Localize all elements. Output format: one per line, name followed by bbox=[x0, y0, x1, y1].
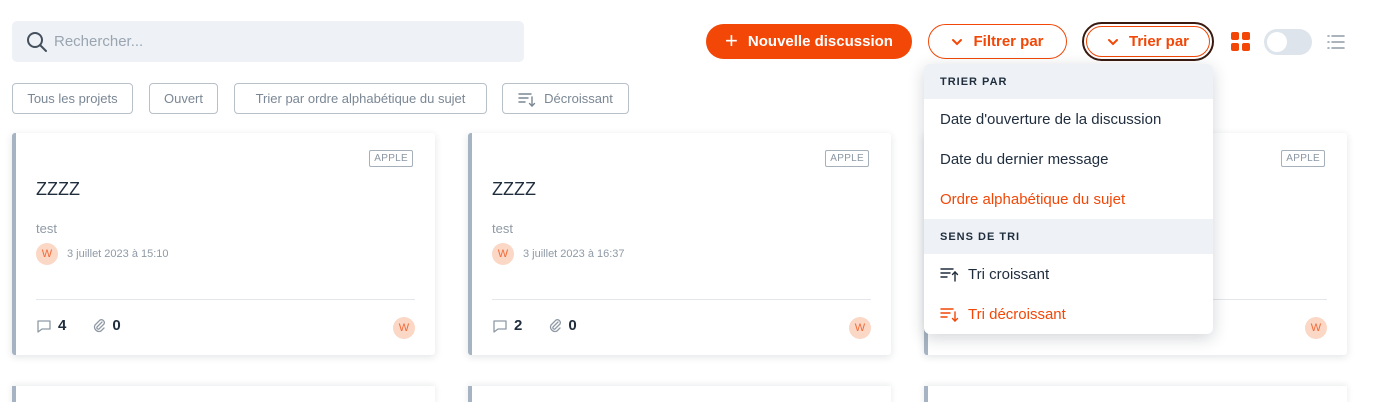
sort-label: Trier par bbox=[1128, 33, 1190, 50]
toggle-knob bbox=[1267, 32, 1287, 52]
sort-direction-descending[interactable]: Tri décroissant bbox=[924, 294, 1213, 334]
sort-direction-section-header: SENS DE TRI bbox=[924, 219, 1213, 254]
option-label: Tri décroissant bbox=[968, 305, 1066, 323]
discussion-description: test bbox=[36, 221, 57, 236]
sort-descending-icon bbox=[940, 308, 959, 322]
new-discussion-label: Nouvelle discussion bbox=[747, 33, 893, 50]
attachment-count: 0 bbox=[112, 317, 121, 334]
discussion-title: ZZZZ bbox=[492, 179, 536, 199]
paperclip-icon bbox=[94, 319, 106, 333]
sort-option-opening-date[interactable]: Date d'ouverture de la discussion bbox=[924, 99, 1213, 139]
plus-icon: + bbox=[725, 27, 738, 53]
discussion-card[interactable] bbox=[924, 386, 1347, 402]
list-view-icon[interactable] bbox=[1327, 34, 1345, 50]
grid-view-icon[interactable] bbox=[1231, 32, 1250, 51]
sort-ascending-icon bbox=[940, 268, 959, 282]
project-tag: APPLE bbox=[369, 150, 413, 167]
sort-dropdown: TRIER PAR Date d'ouverture de la discuss… bbox=[924, 64, 1213, 334]
divider bbox=[36, 299, 415, 300]
discussion-date: 3 juillet 2023 à 15:10 bbox=[67, 248, 169, 260]
filter-label: Filtrer par bbox=[973, 33, 1044, 50]
chip-sort-order[interactable]: Trier par ordre alphabétique du sujet bbox=[234, 83, 487, 114]
avatar: W bbox=[36, 243, 58, 265]
chip-label: Ouvert bbox=[163, 91, 203, 106]
comment-icon bbox=[493, 319, 507, 333]
chip-sort-direction[interactable]: Décroissant bbox=[502, 83, 629, 114]
search-bar[interactable] bbox=[12, 21, 524, 62]
sort-option-alphabetical[interactable]: Ordre alphabétique du sujet bbox=[924, 179, 1213, 219]
option-label: Date du dernier message bbox=[940, 150, 1109, 168]
search-icon bbox=[27, 31, 47, 52]
option-label: Tri croissant bbox=[968, 265, 1050, 283]
avatar: W bbox=[492, 243, 514, 265]
comment-count: 2 bbox=[514, 317, 523, 334]
discussion-description: test bbox=[492, 221, 513, 236]
paperclip-icon bbox=[550, 319, 562, 333]
option-label: Ordre alphabétique du sujet bbox=[940, 190, 1126, 208]
avatar: W bbox=[1305, 317, 1327, 339]
project-tag: APPLE bbox=[1281, 150, 1325, 167]
option-label: Date d'ouverture de la discussion bbox=[940, 110, 1162, 128]
discussion-card[interactable]: APPLE ZZZZ test W 3 juillet 2023 à 15:10… bbox=[12, 133, 435, 355]
avatar: W bbox=[849, 317, 871, 339]
chip-project-filter[interactable]: Tous les projets bbox=[12, 83, 133, 114]
sort-option-last-message[interactable]: Date du dernier message bbox=[924, 139, 1213, 179]
new-discussion-button[interactable]: + Nouvelle discussion bbox=[706, 24, 912, 59]
comment-icon bbox=[37, 319, 51, 333]
sort-descending-icon bbox=[518, 92, 536, 107]
project-tag: APPLE bbox=[825, 150, 869, 167]
discussion-card[interactable]: APPLE ZZZZ test W 3 juillet 2023 à 16:37… bbox=[468, 133, 891, 355]
discussion-card[interactable] bbox=[468, 386, 891, 402]
divider bbox=[492, 299, 871, 300]
chip-label: Tous les projets bbox=[27, 91, 118, 106]
sort-by-section-header: TRIER PAR bbox=[924, 64, 1213, 99]
chip-label: Trier par ordre alphabétique du sujet bbox=[255, 91, 466, 106]
discussion-card[interactable] bbox=[12, 386, 435, 402]
view-toggle[interactable] bbox=[1264, 29, 1312, 55]
search-input[interactable] bbox=[54, 33, 494, 50]
discussion-title: ZZZZ bbox=[36, 179, 80, 199]
discussion-date: 3 juillet 2023 à 16:37 bbox=[523, 248, 625, 260]
filter-button[interactable]: Filtrer par bbox=[928, 24, 1067, 59]
avatar: W bbox=[393, 317, 415, 339]
sort-direction-ascending[interactable]: Tri croissant bbox=[924, 254, 1213, 294]
chip-status-filter[interactable]: Ouvert bbox=[149, 83, 218, 114]
sort-button[interactable]: Trier par bbox=[1082, 22, 1214, 61]
attachment-count: 0 bbox=[568, 317, 577, 334]
chip-label: Décroissant bbox=[544, 91, 613, 106]
comment-count: 4 bbox=[58, 317, 67, 334]
chevron-down-icon bbox=[952, 38, 963, 45]
chevron-down-icon bbox=[1107, 38, 1118, 45]
